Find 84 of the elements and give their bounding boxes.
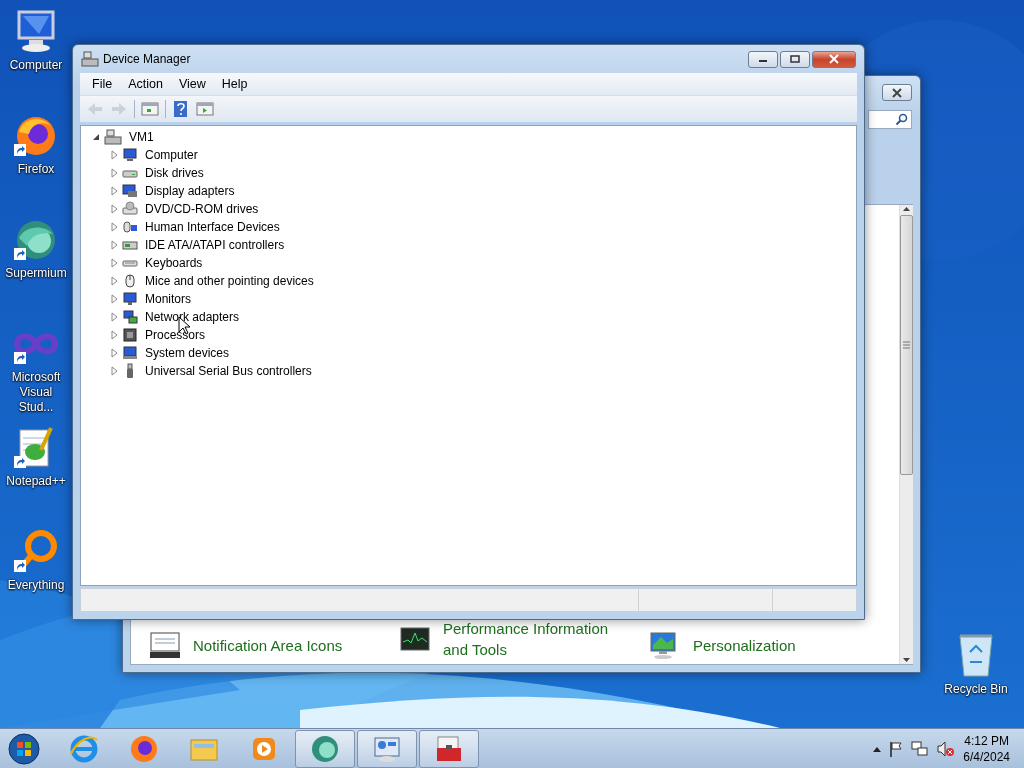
expand-arrow[interactable] <box>109 258 119 268</box>
clock-date[interactable]: 6/4/2024 <box>963 749 1010 765</box>
control-panel-icon[interactable] <box>372 734 402 764</box>
tree-item[interactable]: DVD/CD-ROM drives <box>145 202 259 216</box>
device-manager-icon <box>81 51 99 67</box>
expand-arrow[interactable] <box>109 222 119 232</box>
tree-item[interactable]: VM1 <box>129 130 154 144</box>
search-icon <box>895 113 908 126</box>
taskbar-button[interactable] <box>295 730 355 768</box>
help-icon[interactable] <box>172 100 190 118</box>
console-tree-icon[interactable] <box>141 100 159 118</box>
tree-item[interactable]: Human Interface Devices <box>145 220 280 234</box>
control-panel-link[interactable]: Notification Area Icons <box>193 634 383 656</box>
expand-arrow[interactable] <box>109 312 119 322</box>
expand-arrow[interactable] <box>109 348 119 358</box>
expand-arrow[interactable] <box>109 240 119 250</box>
network-icon <box>122 309 138 325</box>
input-device-icon <box>122 219 138 235</box>
expand-arrow[interactable] <box>109 276 119 286</box>
expand-arrow[interactable] <box>109 366 119 376</box>
network-icon[interactable] <box>911 741 930 757</box>
control-panel-link[interactable]: Personalization <box>693 634 883 656</box>
close-button[interactable] <box>812 50 856 68</box>
computer-icon <box>122 147 138 163</box>
scrollbar[interactable] <box>899 205 913 664</box>
icon-label[interactable]: Supermium <box>2 266 70 281</box>
scrollbar-thumb[interactable] <box>900 215 913 475</box>
icon-label[interactable]: Notepad++ <box>2 474 70 489</box>
expand-arrow[interactable] <box>109 204 119 214</box>
menu-item[interactable]: File <box>84 77 121 91</box>
menu-item[interactable]: Action <box>120 77 171 91</box>
tree-item[interactable]: Keyboards <box>145 256 203 270</box>
tree-item[interactable]: Computer <box>145 148 198 162</box>
minimize-button[interactable] <box>748 50 778 68</box>
maximize-button[interactable] <box>780 50 810 68</box>
menu-item[interactable]: View <box>170 77 214 91</box>
taskbar-button[interactable] <box>357 730 417 768</box>
taskbar-button[interactable] <box>419 730 479 768</box>
icon-label[interactable]: Microsoft Visual Stud... <box>2 370 70 415</box>
tree-item[interactable]: Monitors <box>145 292 191 306</box>
search-field[interactable] <box>868 110 912 129</box>
tree-item[interactable]: System devices <box>145 346 230 360</box>
expand-arrow[interactable] <box>109 186 119 196</box>
tree-item[interactable]: Network adapters <box>145 310 240 324</box>
disc-drive-icon <box>122 201 138 217</box>
chip-icon <box>122 327 138 343</box>
flag-icon[interactable] <box>889 741 904 757</box>
monitor-icon <box>122 291 138 307</box>
tree-item[interactable]: Mice and other pointing devices <box>145 274 314 288</box>
control-panel-link[interactable]: Performance Information and Tools <box>443 618 633 660</box>
menu-item[interactable]: Help <box>213 77 256 91</box>
show-hidden-icons-button[interactable] <box>873 746 882 752</box>
icon-label[interactable]: Computer <box>2 58 70 73</box>
browser-icon[interactable] <box>129 734 159 764</box>
icon-label[interactable]: Recycle Bin <box>938 682 1014 697</box>
window-title: Device Manager <box>103 52 192 66</box>
maximize-icon <box>790 55 800 63</box>
speaker-muted-icon[interactable] <box>937 741 956 757</box>
toolbox-icon[interactable] <box>434 734 464 764</box>
scroll-down-icon[interactable] <box>902 656 911 664</box>
taskbar-icon[interactable] <box>149 630 181 660</box>
tree-item[interactable]: Processors <box>145 328 206 342</box>
collapse-arrow[interactable] <box>91 132 101 142</box>
scroll-up-icon[interactable] <box>902 205 911 213</box>
tree-item[interactable]: Display adapters <box>145 184 235 198</box>
expand-arrow[interactable] <box>109 168 119 178</box>
system-icon <box>122 345 138 361</box>
icon-label[interactable]: Everything <box>2 578 70 593</box>
expand-arrow[interactable] <box>109 294 119 304</box>
expand-arrow[interactable] <box>109 330 119 340</box>
tree-item[interactable]: Disk drives <box>145 166 204 180</box>
clock-time[interactable]: 4:12 PM <box>963 733 1010 749</box>
properties-icon[interactable] <box>196 100 214 118</box>
close-button[interactable] <box>882 84 912 101</box>
close-icon <box>828 54 840 64</box>
expand-arrow[interactable] <box>109 150 119 160</box>
tree-item[interactable]: Universal Serial Bus controllers <box>145 364 312 378</box>
display-icon <box>122 183 138 199</box>
computer-icon <box>104 129 122 145</box>
icon-label[interactable]: Firefox <box>2 162 70 177</box>
tree-item[interactable]: IDE ATA/ATAPI controllers <box>145 238 285 252</box>
browser-icon[interactable] <box>310 734 340 764</box>
performance-monitor-icon[interactable] <box>399 624 431 654</box>
close-icon <box>891 87 903 98</box>
